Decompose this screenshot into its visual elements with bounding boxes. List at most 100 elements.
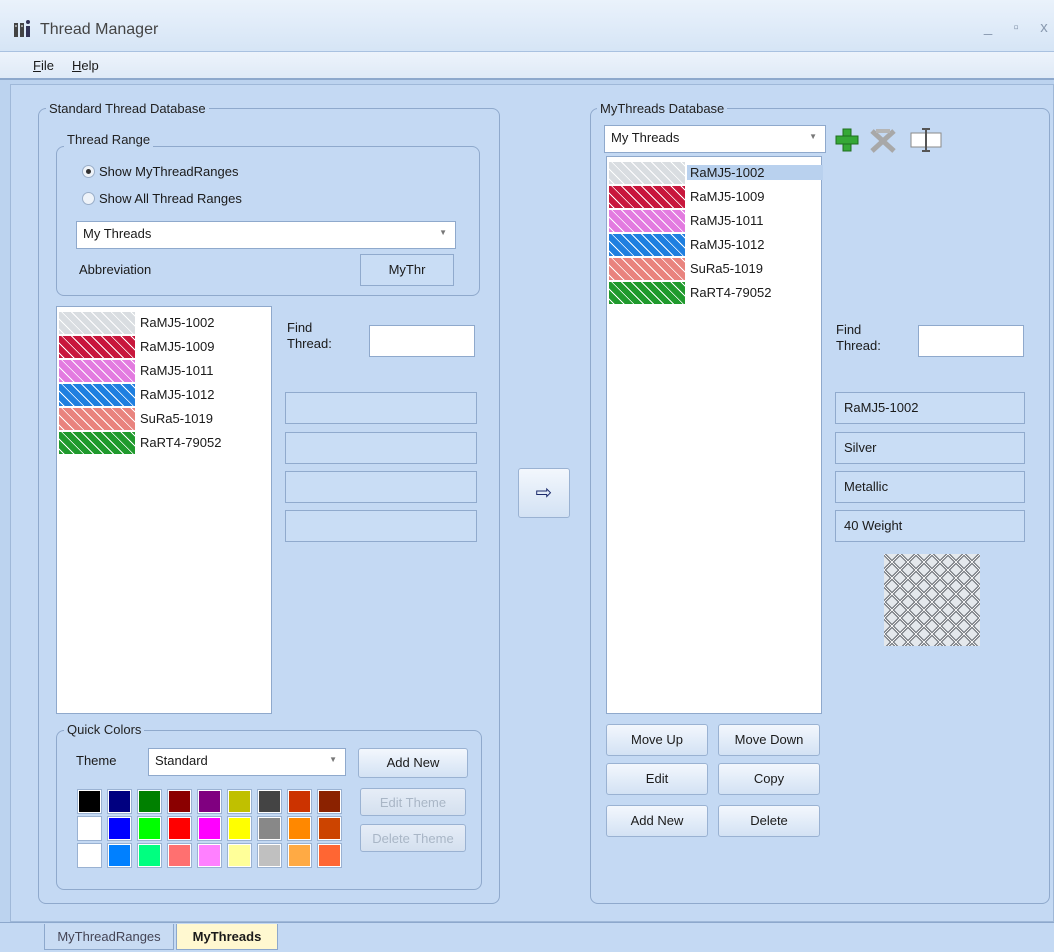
quick-color-swatch[interactable] xyxy=(317,843,342,868)
quick-color-swatch[interactable] xyxy=(107,789,132,814)
mythreads-range-dropdown[interactable]: My Threads ▼ xyxy=(604,125,826,153)
thread-swatch xyxy=(59,312,135,334)
chevron-down-icon: ▼ xyxy=(809,132,817,141)
radio-show-all-thread-ranges[interactable] xyxy=(82,192,95,205)
thread-name: RaMJ5-1011 xyxy=(690,213,764,228)
delete-thread-button[interactable]: Delete xyxy=(718,805,820,837)
maximize-button[interactable]: ▫ xyxy=(1006,20,1026,36)
std-detail-name xyxy=(285,392,477,424)
delete-theme-button[interactable]: Delete Theme xyxy=(360,824,466,852)
thread-swatch xyxy=(59,432,135,454)
std-detail-color xyxy=(285,432,477,464)
standard-thread-list[interactable]: RaMJ5-1002 RaMJ5-1009 RaMJ5-1011 RaMJ5-1012… xyxy=(56,306,272,714)
quick-color-swatch[interactable] xyxy=(317,816,342,841)
std-detail-type xyxy=(285,471,477,503)
quick-color-swatch[interactable] xyxy=(227,843,252,868)
thread-list-item[interactable]: RaMJ5-1009 xyxy=(609,185,839,209)
quick-color-swatch[interactable] xyxy=(257,843,282,868)
quick-color-swatch[interactable] xyxy=(167,789,192,814)
copy-thread-button[interactable]: Copy xyxy=(718,763,820,795)
thread-name: RaMJ5-1002 xyxy=(687,165,823,180)
thread-app-icon xyxy=(12,18,34,40)
quick-color-swatch[interactable] xyxy=(77,843,102,868)
thread-name: RaMJ5-1009 xyxy=(690,189,765,204)
radio-show-mythreadranges-label: Show MyThreadRanges xyxy=(99,164,239,179)
abbreviation-field: MyThr xyxy=(360,254,454,286)
quick-color-swatch[interactable] xyxy=(137,789,162,814)
quick-color-swatch[interactable] xyxy=(197,789,222,814)
quick-color-swatch[interactable] xyxy=(257,789,282,814)
edit-thread-button[interactable]: Edit xyxy=(606,763,708,795)
radio-show-mythreadranges[interactable] xyxy=(82,165,95,178)
thread-range-dropdown[interactable]: My Threads ▼ xyxy=(76,221,456,249)
thread-name: RaMJ5-1009 xyxy=(140,339,215,354)
quick-color-swatch[interactable] xyxy=(287,843,312,868)
menu-file[interactable]: File xyxy=(33,58,54,73)
edit-theme-button[interactable]: Edit Theme xyxy=(360,788,466,816)
thread-list-item[interactable]: RaMJ5-1002 xyxy=(59,311,289,335)
quick-color-swatch[interactable] xyxy=(77,789,102,814)
thread-list-item[interactable]: RaMJ5-1002 xyxy=(609,161,839,185)
chevron-down-icon: ▼ xyxy=(439,228,447,237)
quick-color-swatch[interactable] xyxy=(287,816,312,841)
chevron-down-icon: ▼ xyxy=(329,755,337,764)
quick-color-swatch[interactable] xyxy=(197,843,222,868)
thread-name: SuRa5-1019 xyxy=(690,261,763,276)
quick-color-swatch[interactable] xyxy=(167,843,192,868)
thread-list-item[interactable]: RaRT4-79052 xyxy=(609,281,839,305)
rename-icon[interactable] xyxy=(908,125,944,155)
thread-swatch xyxy=(59,360,135,382)
quick-color-swatch[interactable] xyxy=(137,816,162,841)
menu-help[interactable]: Help xyxy=(72,58,99,73)
menu-bar xyxy=(0,52,1054,80)
quick-color-swatch[interactable] xyxy=(167,816,192,841)
thread-list-item[interactable]: RaMJ5-1011 xyxy=(59,359,289,383)
std-find-thread-input[interactable] xyxy=(369,325,475,357)
thread-range-value: My Threads xyxy=(83,226,152,241)
tab-mythreadranges[interactable]: MyThreadRanges xyxy=(44,924,174,950)
delete-icon[interactable] xyxy=(868,125,898,155)
add-theme-color-button[interactable]: Add New xyxy=(358,748,468,778)
minimize-button[interactable]: _ xyxy=(978,20,998,36)
thread-swatch xyxy=(59,384,135,406)
tab-mythreads[interactable]: MyThreads xyxy=(176,924,278,950)
quick-color-swatch[interactable] xyxy=(317,789,342,814)
copy-to-mythreads-arrow-button[interactable]: ⇨ xyxy=(518,468,570,518)
thread-swatch xyxy=(609,210,685,232)
quick-color-swatch[interactable] xyxy=(107,843,132,868)
thread-list-item[interactable]: RaMJ5-1012 xyxy=(59,383,289,407)
my-detail-type: Metallic xyxy=(835,471,1025,503)
abbreviation-label: Abbreviation xyxy=(79,262,152,277)
quick-color-swatch[interactable] xyxy=(287,789,312,814)
mythreads-list[interactable]: RaMJ5-1002 RaMJ5-1009 RaMJ5-1011 RaMJ5-1012… xyxy=(606,156,823,714)
thread-list-item[interactable]: RaMJ5-1012 xyxy=(609,233,839,257)
quick-color-swatch[interactable] xyxy=(227,816,252,841)
quick-color-swatch[interactable] xyxy=(227,789,252,814)
move-up-button[interactable]: Move Up xyxy=(606,724,708,756)
thread-list-item[interactable]: RaRT4-79052 xyxy=(59,431,289,455)
thread-list-item[interactable]: RaMJ5-1009 xyxy=(59,335,289,359)
thread-texture-preview xyxy=(884,554,980,646)
thread-list-item[interactable]: SuRa5-1019 xyxy=(609,257,839,281)
add-new-thread-button[interactable]: Add New xyxy=(606,805,708,837)
move-down-button[interactable]: Move Down xyxy=(718,724,820,756)
thread-swatch xyxy=(59,408,135,430)
close-button[interactable]: x xyxy=(1034,20,1054,36)
quick-color-swatch[interactable] xyxy=(77,816,102,841)
theme-value: Standard xyxy=(155,753,208,768)
mythreads-range-value: My Threads xyxy=(611,130,680,145)
thread-name: RaRT4-79052 xyxy=(140,435,222,450)
thread-list-item[interactable]: SuRa5-1019 xyxy=(59,407,289,431)
thread-swatch xyxy=(609,234,685,256)
radio-show-all-label: Show All Thread Ranges xyxy=(99,191,242,206)
add-icon[interactable] xyxy=(832,125,862,155)
quick-color-swatch[interactable] xyxy=(197,816,222,841)
my-find-thread-input[interactable] xyxy=(918,325,1024,357)
thread-list-item[interactable]: RaMJ5-1011 xyxy=(609,209,839,233)
thread-swatch xyxy=(609,162,685,184)
quick-color-swatch[interactable] xyxy=(257,816,282,841)
thread-name: SuRa5-1019 xyxy=(140,411,213,426)
theme-dropdown[interactable]: Standard ▼ xyxy=(148,748,346,776)
quick-color-swatch[interactable] xyxy=(107,816,132,841)
quick-color-swatch[interactable] xyxy=(137,843,162,868)
